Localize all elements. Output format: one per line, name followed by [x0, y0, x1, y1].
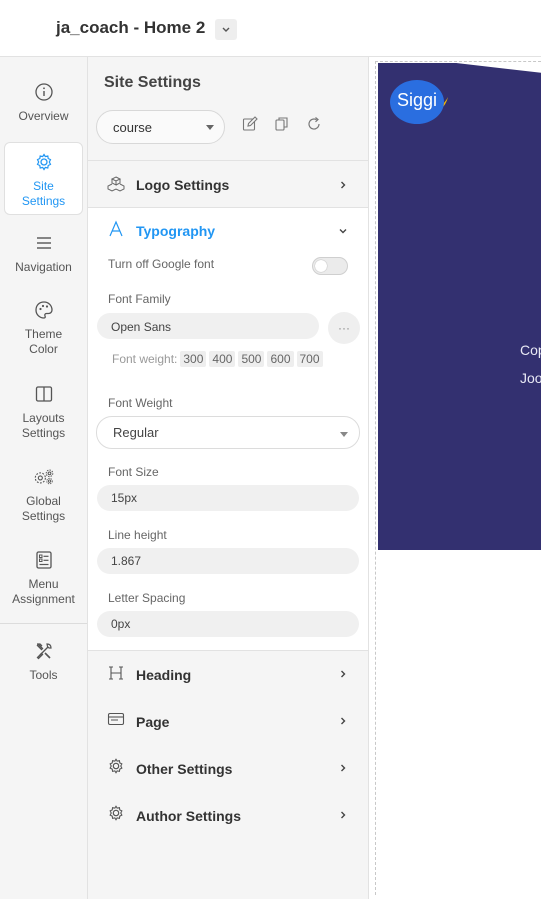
line-height-input[interactable]: 1.867	[97, 548, 359, 574]
section-label: Author Settings	[136, 808, 241, 824]
font-family-input[interactable]: Open Sans	[97, 313, 319, 339]
chevron-right-icon	[341, 811, 346, 819]
tools-icon	[33, 640, 55, 662]
google-font-label: Turn off Google font	[108, 257, 215, 271]
chevron-right-icon	[341, 764, 346, 772]
rail-item-label: Global Settings	[21, 494, 66, 523]
hero-section[interactable]	[378, 63, 541, 550]
letter-spacing-input[interactable]: 0px	[97, 611, 359, 637]
chevron-right-icon	[341, 181, 346, 189]
rail-item-navigation[interactable]: Navigation	[4, 232, 83, 275]
layout-icon	[33, 383, 55, 405]
section-label: Logo Settings	[136, 177, 230, 193]
google-font-toggle[interactable]	[312, 257, 348, 275]
caret-down-icon	[340, 432, 348, 437]
refresh-icon	[308, 117, 320, 130]
gear-icon	[107, 804, 125, 822]
gears-icon	[33, 466, 55, 488]
page-icon	[107, 710, 125, 728]
section-author-settings[interactable]: Author Settings	[88, 792, 368, 839]
font-weight-label: Font Weight	[108, 396, 173, 410]
settings-panel: Site Settings course Logo Settings Typog…	[88, 57, 369, 899]
font-size-input[interactable]: 15px	[97, 485, 359, 511]
rail-item-label: Tools	[29, 668, 58, 682]
chevron-down-icon[interactable]	[338, 226, 348, 236]
rail-item-theme-color[interactable]: Theme Color	[4, 299, 83, 357]
top-bar: ja_coach - Home 2	[0, 0, 541, 57]
rail-item-menu-assignment[interactable]: Menu Assignment	[4, 549, 83, 607]
section-label: Heading	[136, 667, 192, 683]
font-weight-value: Regular	[113, 425, 159, 440]
font-weight-select[interactable]: Regular	[96, 416, 360, 449]
font-weight-caption: Font weight:	[112, 352, 178, 366]
font-weight-chip: 700	[296, 351, 323, 367]
edit-icon	[242, 116, 258, 131]
caret-down-icon	[206, 125, 214, 130]
section-label: Other Settings	[136, 761, 233, 777]
edit-preset-button[interactable]	[241, 115, 259, 133]
left-rail: Overview Site Settings Navigation Theme …	[0, 57, 88, 899]
site-title: ja_coach - Home 2	[56, 18, 206, 37]
chevron-right-icon	[341, 670, 346, 678]
section-logo-settings[interactable]: Logo Settings	[88, 160, 368, 207]
chevron-down-icon	[222, 27, 230, 32]
copy-icon	[275, 117, 288, 131]
ellipsis-icon: ···	[338, 321, 350, 335]
gear-icon	[33, 151, 55, 173]
list-icon	[33, 549, 55, 571]
toggle-knob	[315, 260, 327, 272]
section-other-settings[interactable]: Other Settings	[88, 745, 368, 792]
font-weight-list: Font weight: 300 400 500 600 700	[112, 351, 323, 367]
font-weight-chip: 600	[267, 351, 294, 367]
rail-item-label: Overview	[18, 109, 69, 123]
font-size-label: Font Size	[108, 465, 159, 479]
section-label-typography[interactable]: Typography	[136, 223, 215, 239]
rail-item-site-settings[interactable]: Site Settings	[4, 142, 83, 215]
preset-value: course	[113, 120, 153, 135]
section-page[interactable]: Page	[88, 698, 368, 745]
site-switcher-button[interactable]	[215, 19, 237, 40]
rail-item-label: Menu Assignment	[12, 577, 75, 606]
chevron-right-icon	[341, 717, 346, 725]
rail-item-tools[interactable]: Tools	[4, 640, 83, 683]
rail-item-global-settings[interactable]: Global Settings	[4, 466, 83, 524]
rail-item-overview[interactable]: Overview	[4, 81, 83, 124]
rail-item-layouts-settings[interactable]: Layouts Settings	[4, 383, 83, 441]
preview-canvas[interactable]: Siggi Cop Joo	[370, 57, 541, 899]
rail-divider	[0, 623, 87, 624]
section-label: Page	[136, 714, 170, 730]
section-typography: Typography Turn off Google font Font Fam…	[88, 207, 368, 651]
rail-item-label: Site Settings	[21, 179, 66, 208]
panel-title: Site Settings	[104, 74, 201, 91]
gear-icon	[107, 757, 125, 775]
line-height-label: Line height	[108, 528, 167, 542]
info-icon	[33, 81, 55, 103]
preset-select[interactable]: course	[96, 110, 225, 144]
hero-text-line: Cop	[520, 342, 541, 358]
duplicate-preset-button[interactable]	[273, 115, 291, 133]
rail-item-label: Theme Color	[24, 327, 63, 356]
font-family-label: Font Family	[108, 292, 171, 306]
rail-item-label: Layouts Settings	[21, 411, 66, 440]
reset-preset-button[interactable]	[305, 115, 323, 133]
more-options-button[interactable]: ···	[328, 312, 360, 344]
menu-icon	[33, 232, 55, 254]
heading-icon	[107, 664, 125, 682]
font-weight-chip: 300	[180, 351, 207, 367]
site-logo[interactable]: Siggi	[386, 79, 452, 129]
section-heading[interactable]: Heading	[88, 651, 368, 698]
typography-icon	[107, 220, 125, 238]
font-weight-chip: 500	[238, 351, 265, 367]
hero-text-line: Joo	[520, 370, 541, 386]
logo-text: Siggi	[397, 90, 438, 110]
blocks-icon	[107, 175, 125, 193]
palette-icon	[33, 299, 55, 321]
rail-item-label: Navigation	[15, 260, 72, 274]
letter-spacing-label: Letter Spacing	[108, 591, 186, 605]
font-weight-chip: 400	[209, 351, 236, 367]
